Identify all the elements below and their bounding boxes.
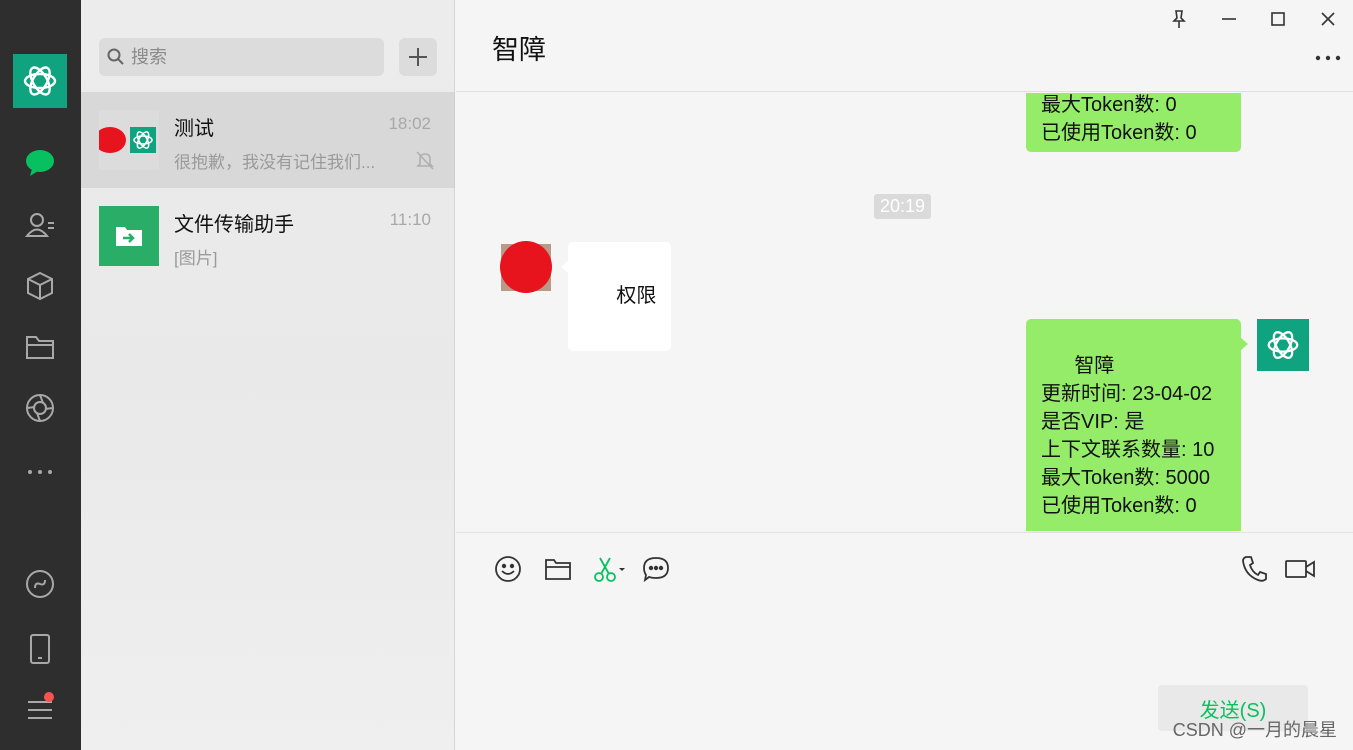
- nav-more[interactable]: [20, 452, 60, 492]
- screenshot-button[interactable]: [590, 553, 628, 585]
- ellipsis-icon: [1315, 55, 1341, 61]
- chatgpt-logo-icon: [1267, 331, 1299, 359]
- nav-mini-programs[interactable]: [20, 564, 60, 604]
- chat-item-test[interactable]: 测试 18:02 很抱歉，我没有记住我们...: [81, 92, 455, 188]
- composer-toolbar: [456, 532, 1353, 602]
- group-avatar: [94, 110, 159, 170]
- plus-icon: [409, 48, 427, 66]
- add-chat-button[interactable]: [399, 38, 437, 76]
- emoji-icon: [495, 556, 521, 582]
- chat-time: 11:10: [389, 210, 431, 229]
- message-text: 权限: [616, 285, 657, 307]
- message-bubble-outgoing[interactable]: 智障 更新时间: 23-04-02 是否VIP: 是 上下文联系数量: 10 最…: [1026, 319, 1248, 531]
- close-icon: [1321, 12, 1335, 26]
- more-icon: [28, 470, 52, 474]
- search-input[interactable]: [131, 46, 371, 68]
- video-call-button[interactable]: [1282, 553, 1318, 585]
- left-nav-bar: [0, 0, 81, 750]
- nav-favorites[interactable]: [20, 266, 60, 306]
- search-box[interactable]: [99, 38, 384, 76]
- nav-menu[interactable]: [20, 690, 60, 730]
- phone-call-icon: [1242, 556, 1267, 582]
- favorites-icon: [27, 271, 53, 301]
- nav-contacts[interactable]: [20, 205, 60, 245]
- scissors-icon: [594, 557, 625, 582]
- csdn-watermark: CSDN @一月的晨星: [1172, 720, 1337, 740]
- files-icon: [26, 336, 54, 359]
- message-timestamp: 20:19: [874, 194, 932, 219]
- nav-chats[interactable]: [20, 143, 60, 183]
- video-camera-icon: [1285, 560, 1315, 578]
- chat-header: 智障: [456, 0, 1353, 92]
- minimize-button[interactable]: [1214, 6, 1244, 32]
- chat-item-file-transfer[interactable]: 文件传输助手 11:10 [图片]: [81, 188, 455, 284]
- message-bubble-outgoing[interactable]: 最大Token数: 0 已使用Token数: 0: [1026, 93, 1241, 152]
- message-text: 智障 更新时间: 23-04-02 是否VIP: 是 上下文联系数量: 10 最…: [1041, 355, 1215, 517]
- message-area[interactable]: 最大Token数: 0 已使用Token数: 0 20:19 权限 智障 更新时…: [456, 93, 1353, 531]
- message-input[interactable]: [476, 605, 1326, 675]
- nav-moments[interactable]: [20, 388, 60, 428]
- voice-call-button[interactable]: [1238, 553, 1270, 585]
- folder-icon: [545, 559, 571, 580]
- chat-preview: 很抱歉，我没有记住我们...: [174, 153, 376, 172]
- mini-program-icon: [26, 570, 54, 598]
- close-button[interactable]: [1313, 6, 1343, 32]
- mute-bell-icon: [415, 150, 435, 175]
- chat-icon: [26, 150, 54, 176]
- sender-avatar[interactable]: [500, 241, 552, 293]
- chat-name: 测试: [174, 118, 214, 140]
- chat-time: 18:02: [388, 114, 431, 133]
- search-icon: [107, 48, 124, 65]
- unread-dot: [44, 692, 54, 702]
- moments-icon: [26, 394, 54, 422]
- message-bubble-incoming[interactable]: 权限: [561, 242, 672, 351]
- chat-window: 智障 最大Token数: 0 已使用Token数: 0 20:19 权限 智障 …: [456, 0, 1353, 750]
- file-transfer-avatar: [99, 206, 159, 266]
- maximize-icon: [1271, 12, 1285, 26]
- nav-files[interactable]: [20, 327, 60, 367]
- pin-icon: [1172, 10, 1186, 28]
- chat-more-button[interactable]: [1313, 46, 1343, 70]
- minimize-icon: [1222, 18, 1236, 20]
- pin-button[interactable]: [1164, 6, 1194, 32]
- chat-preview: [图片]: [174, 249, 218, 268]
- nav-phone[interactable]: [20, 629, 60, 669]
- chat-list-panel: 测试 18:02 很抱歉，我没有记住我们... 文件传输助手 11:10 [图片…: [81, 0, 455, 750]
- chat-title: 智障: [492, 35, 546, 65]
- send-file-button[interactable]: [542, 553, 574, 585]
- contacts-icon: [24, 213, 54, 237]
- emoji-button[interactable]: [492, 553, 524, 585]
- chatgpt-logo-icon: [23, 66, 57, 96]
- chat-name: 文件传输助手: [174, 214, 294, 236]
- user-avatar[interactable]: [13, 54, 67, 108]
- phone-icon: [30, 634, 50, 664]
- self-avatar[interactable]: [1257, 319, 1309, 371]
- chat-bubble-icon: [643, 557, 669, 582]
- maximize-button[interactable]: [1263, 6, 1293, 32]
- chat-history-button[interactable]: [640, 553, 672, 585]
